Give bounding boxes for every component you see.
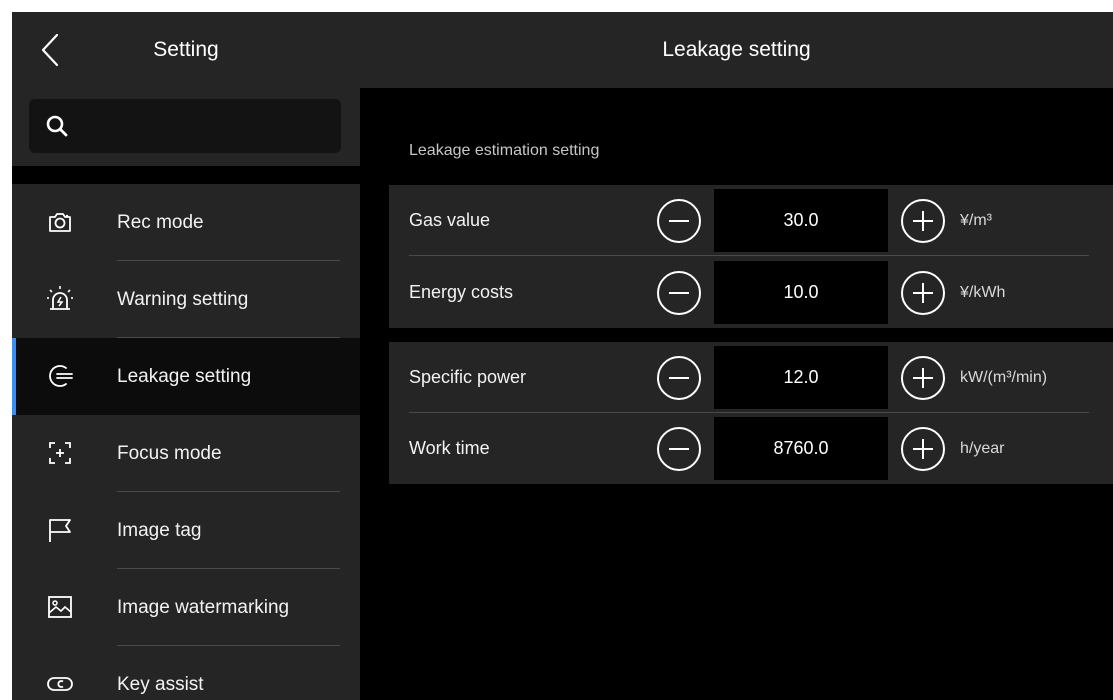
sidebar: Setting Rec mode Warning setting Leakage… xyxy=(12,12,360,700)
minus-icon xyxy=(669,377,689,379)
minus-icon xyxy=(669,292,689,294)
sidebar-item-label: Key assist xyxy=(117,674,204,695)
energy-costs-field[interactable] xyxy=(714,261,888,324)
setting-row-work-time: Work time h/year xyxy=(389,413,1113,484)
sidebar-item-label: Image tag xyxy=(117,520,202,541)
minus-icon xyxy=(669,448,689,450)
search-input[interactable] xyxy=(29,99,341,153)
image-icon xyxy=(48,596,72,618)
page-title: Leakage setting xyxy=(662,38,811,61)
sidebar-item-warning-setting[interactable]: Warning setting xyxy=(12,261,360,338)
sidebar-item-label: Warning setting xyxy=(117,289,249,310)
device-screen: Setting Rec mode Warning setting Leakage… xyxy=(12,12,1113,700)
unit-label: kW/(m³/min) xyxy=(960,369,1048,386)
decrease-button[interactable] xyxy=(657,271,701,315)
leakage-icon xyxy=(49,365,73,387)
row-label: Work time xyxy=(409,438,490,458)
sidebar-item-rec-mode[interactable]: Rec mode xyxy=(12,184,360,261)
settings-group-costs: Gas value ¥/m³ Energy costs ¥/kWh xyxy=(389,185,1113,328)
sidebar-item-label: Rec mode xyxy=(117,212,204,233)
unit-label: h/year xyxy=(960,440,1005,457)
row-label: Gas value xyxy=(409,210,491,230)
row-label: Energy costs xyxy=(409,282,514,302)
sidebar-item-label: Leakage setting xyxy=(117,366,252,387)
unit-label: ¥/kWh xyxy=(960,284,1006,301)
search-icon xyxy=(46,115,68,137)
sidebar-item-image-watermarking[interactable]: Image watermarking xyxy=(12,569,360,646)
sidebar-header: Setting xyxy=(12,12,360,88)
gas-value-field[interactable] xyxy=(714,189,888,252)
increase-button[interactable] xyxy=(901,271,945,315)
sidebar-menu: Rec mode Warning setting Leakage setting… xyxy=(12,184,360,700)
camera-icon xyxy=(49,213,71,232)
specific-power-field[interactable] xyxy=(714,346,888,409)
sidebar-item-label: Image watermarking xyxy=(117,597,290,618)
unit-label: ¥/m³ xyxy=(960,212,992,229)
work-time-field[interactable] xyxy=(714,417,888,480)
decrease-button[interactable] xyxy=(657,199,701,243)
focus-icon xyxy=(49,442,71,464)
sidebar-item-leakage-setting[interactable]: Leakage setting xyxy=(12,338,360,415)
decrease-button[interactable] xyxy=(657,356,701,400)
setting-row-gas-value: Gas value ¥/m³ xyxy=(389,185,1113,256)
alarm-light-icon xyxy=(47,286,73,310)
sidebar-item-image-tag[interactable]: Image tag xyxy=(12,492,360,569)
increase-button[interactable] xyxy=(901,356,945,400)
sidebar-item-focus-mode[interactable]: Focus mode xyxy=(12,415,360,492)
divider xyxy=(409,255,1089,256)
back-button[interactable] xyxy=(20,22,80,78)
main-header: Leakage setting xyxy=(360,12,1113,88)
row-label: Specific power xyxy=(409,367,527,387)
increase-button[interactable] xyxy=(901,427,945,471)
setting-row-energy-costs: Energy costs ¥/kWh xyxy=(389,257,1113,328)
flag-icon xyxy=(49,519,71,542)
sidebar-item-key-assist[interactable]: Key assist xyxy=(12,646,360,700)
key-assist-icon xyxy=(47,677,73,691)
sidebar-item-label: Focus mode xyxy=(117,443,222,464)
minus-icon xyxy=(669,220,689,222)
search-area xyxy=(12,88,360,166)
decrease-button[interactable] xyxy=(657,427,701,471)
settings-group-compressor: Specific power kW/(m³/min) Work time h/y… xyxy=(389,342,1113,484)
increase-button[interactable] xyxy=(901,199,945,243)
chevron-left-icon xyxy=(41,33,59,67)
section-title: Leakage estimation setting xyxy=(409,142,600,159)
setting-row-specific-power: Specific power kW/(m³/min) xyxy=(389,342,1113,413)
